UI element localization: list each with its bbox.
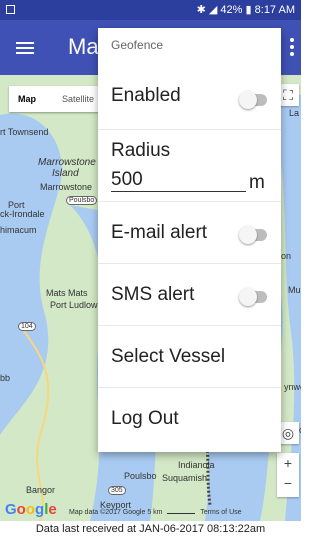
overflow-menu-icon[interactable] [290,38,294,59]
notification-icon [6,5,15,14]
map-place-label: Mats Mats [46,288,88,298]
app-title: Ma [68,34,99,59]
menu-item-email-alert[interactable]: E-mail alert [98,202,281,264]
map-place-label: rt Townsend [0,127,49,137]
map-place-label: La [289,108,300,118]
menu-item-enabled[interactable]: Enabled [98,68,281,130]
radius-input[interactable] [111,169,246,192]
map-place-label: Poulsbo [124,471,157,481]
menu-icon[interactable] [16,42,34,54]
menu-item-log-out[interactable]: Log Out [98,388,281,452]
map-place-label: Marrowstone [40,182,93,192]
menu-item-label: Select Vessel [111,346,226,367]
map-type-satellite[interactable]: Satellite [62,94,94,104]
map-place-label: Island [52,168,79,179]
map-type-toggle[interactable]: Map Satellite [9,86,99,112]
radius-unit: m [249,172,265,193]
google-logo: Google [5,501,57,518]
menu-item-sms-alert[interactable]: SMS alert [98,264,281,326]
map-route-shield: 305 [108,486,126,495]
map-place-label: Bangor [26,485,56,495]
menu-item-label: E-mail alert [111,222,208,243]
menu-item-label: Radius [111,140,171,161]
map-route-shield: Poulsbo [66,196,98,205]
zoom-out-icon[interactable]: − [277,473,299,493]
status-right: ✱ ◢ 42% ▮ 8:17 AM [197,3,295,16]
sms-alert-toggle[interactable] [239,288,267,306]
menu-item-label: Log Out [111,408,179,429]
map-scale-bar [167,513,196,514]
geofence-menu: Geofence Enabled Radius m E-mail alert S… [98,28,281,452]
last-received-footer: Data last received at JAN-06-2017 08:13:… [0,521,301,538]
menu-item-label: Enabled [111,85,181,106]
map-place-label: Marrowstone [38,157,96,168]
map-place-label: Mu [288,285,301,295]
battery-level: 42% [220,4,243,16]
map-place-label: Port Ludlow [50,300,98,310]
menu-item-label: SMS alert [111,284,195,305]
map-place-label: bb [0,373,11,383]
map-place-label: ynwo [284,382,301,392]
status-bar: ✱ ◢ 42% ▮ 8:17 AM [0,0,301,20]
map-route-shield: 104 [18,322,36,331]
menu-header: Geofence [111,38,164,52]
terms-link[interactable]: Terms of Use [200,509,241,516]
map-place-label: on [281,251,292,261]
enabled-toggle[interactable] [239,91,267,109]
zoom-controls: + − [277,453,299,497]
signal-icon: ✱ ◢ [196,4,218,16]
map-place-label: himacum [0,225,37,235]
battery-icon: ▮ [245,4,252,16]
map-place-label: Suquamish [162,473,208,483]
menu-item-select-vessel[interactable]: Select Vessel [98,326,281,388]
map-attribution: Map data ©2017 Google 5 km Terms of Use [69,509,242,516]
clock: 8:17 AM [254,4,295,16]
map-place-label: ck-Irondale [0,209,45,219]
zoom-in-icon[interactable]: + [277,453,299,473]
map-place-label: Indianola [178,460,215,470]
email-alert-toggle[interactable] [239,226,267,244]
map-type-map[interactable]: Map [18,94,36,104]
menu-item-radius: Radius m [98,130,281,202]
